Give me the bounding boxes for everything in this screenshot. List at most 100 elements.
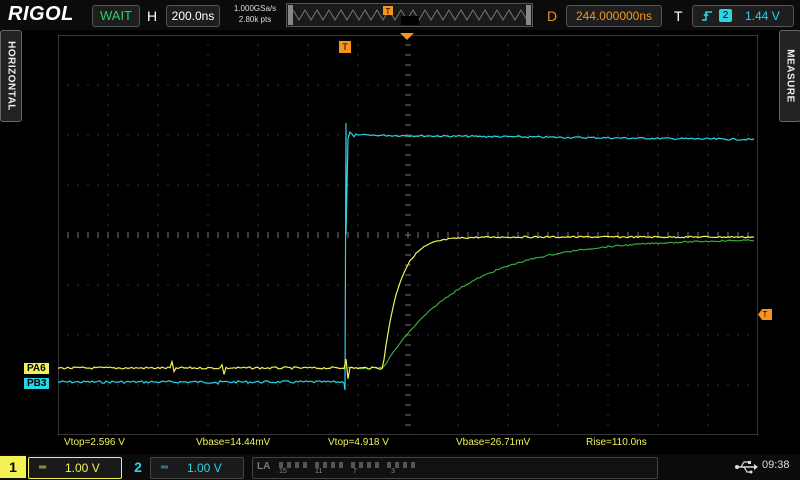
grid-dot	[337, 134, 339, 136]
logic-analyzer-panel[interactable]: LA 15 11 7 3	[252, 457, 658, 479]
grid-dot	[597, 334, 599, 336]
grid-dot	[597, 384, 599, 386]
grid-dot	[747, 134, 749, 136]
delay-value[interactable]: 244.000000ns	[566, 5, 662, 27]
run-state-indicator[interactable]: WAIT	[92, 5, 140, 27]
grid-dot	[607, 334, 609, 336]
grid-dot	[67, 184, 69, 186]
grid-dot	[437, 284, 439, 286]
grid-dot	[177, 84, 179, 86]
grid-dot	[337, 184, 339, 186]
grid-dot	[157, 364, 159, 366]
grid-dot	[457, 204, 459, 206]
grid-dot	[357, 394, 359, 396]
grid-dot	[637, 284, 639, 286]
rising-edge-icon	[702, 11, 712, 21]
grid-dot	[237, 134, 239, 136]
ch1-settings[interactable]: ═ 1.00 V	[28, 457, 122, 479]
grid-dot	[387, 384, 389, 386]
grid-dot	[257, 44, 259, 46]
grid-dot	[107, 104, 109, 106]
grid-dot	[607, 344, 609, 346]
grid-dot	[607, 324, 609, 326]
grid-dot	[107, 214, 109, 216]
grid-dot	[517, 284, 519, 286]
grid-dot	[507, 94, 509, 96]
grid-dot	[297, 184, 299, 186]
grid-dot	[527, 184, 529, 186]
ch1-button[interactable]: 1	[0, 456, 26, 478]
measurement-rise: Rise=110.0ns	[586, 437, 647, 448]
grid-dot	[307, 304, 309, 306]
grid-dot	[747, 384, 749, 386]
grid-dot	[257, 334, 259, 336]
ch1-waveform-label[interactable]: PA6	[24, 363, 49, 374]
la-channel-bits	[279, 462, 415, 468]
grid-dot	[357, 64, 359, 66]
trigger-time-marker[interactable]: T	[339, 41, 351, 53]
grid-dot	[487, 84, 489, 86]
grid-dot	[297, 134, 299, 136]
grid-dot	[657, 74, 659, 76]
trigger-position-marker[interactable]	[400, 33, 414, 41]
grid-dot	[357, 344, 359, 346]
grid-dot	[487, 334, 489, 336]
grid-dot	[457, 394, 459, 396]
grid-dot	[307, 204, 309, 206]
trigger-level-marker[interactable]: T	[758, 309, 772, 320]
grid-dot	[207, 174, 209, 176]
grid-dot	[257, 164, 259, 166]
grid-dot	[257, 64, 259, 66]
grid-dot	[607, 114, 609, 116]
grid-dot	[637, 184, 639, 186]
ch2-settings[interactable]: ═ 1.00 V	[150, 457, 244, 479]
grid-dot	[567, 134, 569, 136]
grid-dot	[267, 134, 269, 136]
grid-dot	[457, 124, 459, 126]
grid-dot	[207, 144, 209, 146]
timebase-value[interactable]: 200.0ns	[166, 5, 220, 27]
grid-dot	[547, 134, 549, 136]
grid-dot	[717, 134, 719, 136]
grid-dot	[457, 364, 459, 366]
grid-dot	[207, 84, 209, 86]
grid-dot	[627, 184, 629, 186]
grid-dot	[177, 384, 179, 386]
grid-dot	[147, 134, 149, 136]
grid-dot	[187, 184, 189, 186]
grid-dot	[107, 354, 109, 356]
grid-dot	[307, 214, 309, 216]
grid-dot	[217, 184, 219, 186]
memory-timeline[interactable]: T	[286, 3, 533, 27]
grid-dot	[307, 94, 309, 96]
grid-dot	[317, 334, 319, 336]
grid-dot	[87, 134, 89, 136]
grid-dot	[557, 184, 559, 186]
grid-dot	[107, 34, 109, 36]
grid-dot	[627, 384, 629, 386]
grid-dot	[237, 284, 239, 286]
timeline-trigger-icon: T	[383, 6, 393, 16]
ch2-waveform-label[interactable]: PB3	[24, 378, 50, 389]
grid-dot	[227, 384, 229, 386]
grid-dot	[557, 264, 559, 266]
measure-menu-tab[interactable]: MEASURE	[779, 30, 800, 122]
grid-dot	[557, 124, 559, 126]
grid-dot	[707, 44, 709, 46]
grid-dot	[757, 184, 759, 186]
grid-dot	[607, 34, 609, 36]
grid-dot	[257, 134, 259, 136]
grid-dot	[557, 254, 559, 256]
grid-dot	[257, 254, 259, 256]
ch2-button[interactable]: 2	[130, 456, 146, 478]
waveform-display[interactable]	[57, 34, 759, 440]
grid-dot	[157, 224, 159, 226]
horizontal-menu-tab[interactable]: HORIZONTAL	[0, 30, 22, 122]
grid-dot	[707, 64, 709, 66]
trigger-settings[interactable]: 2 1.44 V	[692, 5, 794, 27]
grid-dot	[647, 134, 649, 136]
grid-dot	[307, 84, 309, 86]
grid-dot	[187, 384, 189, 386]
grid-dot	[517, 334, 519, 336]
grid-dot	[187, 284, 189, 286]
